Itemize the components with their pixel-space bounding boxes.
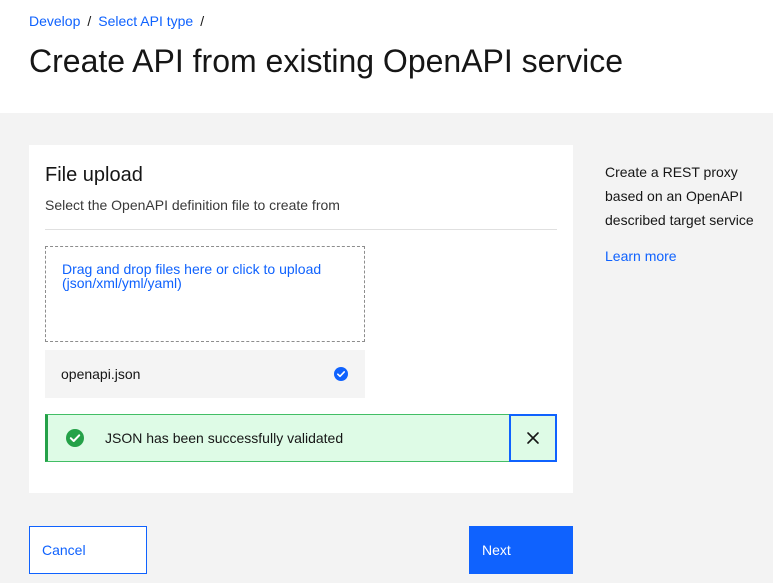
dropzone-instruction: Drag and drop files here or click to upl… <box>62 261 322 277</box>
breadcrumb-separator: / <box>87 13 92 29</box>
dropzone-file-types: (json/xml/yml/yaml) <box>62 275 182 291</box>
uploaded-file-name: openapi.json <box>61 366 141 382</box>
panel-title: File upload <box>45 164 143 186</box>
close-icon <box>527 432 539 444</box>
next-button[interactable]: Next <box>469 526 573 574</box>
file-dropzone[interactable]: Drag and drop files here or click to upl… <box>45 246 365 342</box>
checkmark-filled-icon <box>334 367 348 381</box>
notification-close-button[interactable] <box>509 414 557 462</box>
uploaded-file-item: openapi.json <box>45 350 365 398</box>
success-notification: JSON has been successfully validated <box>45 414 557 462</box>
panel-divider <box>45 229 557 230</box>
page-title: Create API from existing OpenAPI service <box>29 43 624 79</box>
side-info-description: Create a REST proxy based on an OpenAPI … <box>605 164 754 228</box>
cancel-button[interactable]: Cancel <box>29 526 147 574</box>
learn-more-link[interactable]: Learn more <box>605 244 677 268</box>
breadcrumb-develop-link[interactable]: Develop <box>29 12 80 30</box>
file-upload-panel: File upload Select the OpenAPI definitio… <box>29 145 573 493</box>
notification-message: JSON has been successfully validated <box>105 430 344 446</box>
breadcrumb-select-api-type-link[interactable]: Select API type <box>98 12 193 30</box>
page-header: Develop / Select API type / Create API f… <box>0 0 773 113</box>
panel-subtitle: Select the OpenAPI definition file to cr… <box>45 197 340 213</box>
breadcrumb: Develop / Select API type / <box>29 12 211 30</box>
breadcrumb-separator: / <box>200 13 205 29</box>
checkmark-filled-icon <box>66 429 84 447</box>
